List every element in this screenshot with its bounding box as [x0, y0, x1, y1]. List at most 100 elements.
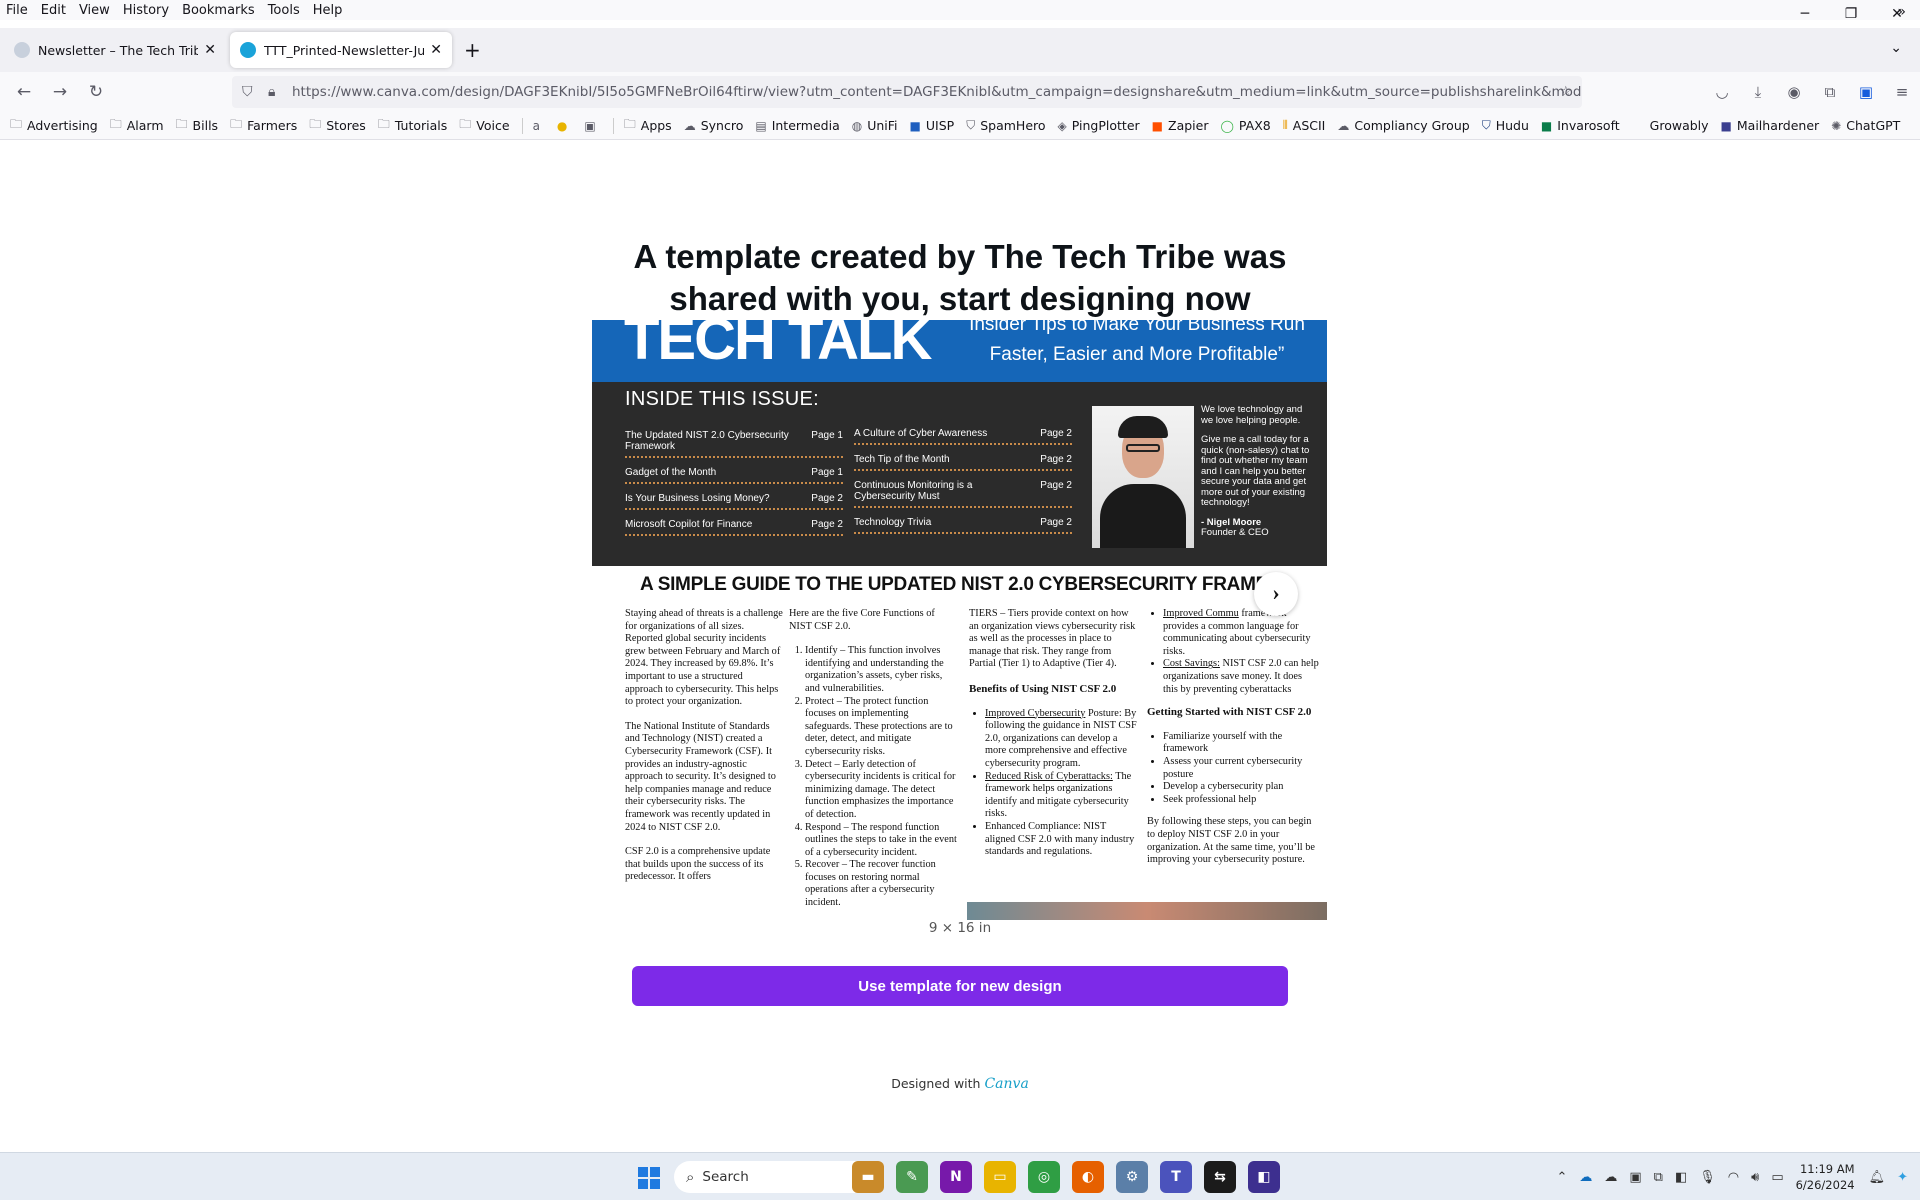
clock[interactable]: 11:19 AM 6/26/2024	[1796, 1161, 1855, 1193]
tray-app-icon[interactable]: ⧉	[1654, 1170, 1663, 1185]
bookmark-folder[interactable]: 🗀 Voice	[459, 115, 509, 136]
bookmark-link[interactable]: ▤ Intermedia	[755, 118, 839, 133]
bookmark-link[interactable]: ■ Mailhardener	[1721, 118, 1820, 133]
toolbar-icons: ◡ ⤓ ◉ ⧉ ▣ ≡	[1704, 72, 1920, 112]
bookmark-link[interactable]: ⫴ ASCII	[1283, 118, 1326, 133]
bookmark-folder[interactable]: 🗀 Alarm	[110, 115, 164, 136]
minimize-icon[interactable]: ─	[1782, 0, 1828, 28]
teams-icon[interactable]: T	[1160, 1161, 1192, 1193]
taskbar-search[interactable]: ⌕ Search	[674, 1161, 874, 1193]
founder-photo	[1092, 406, 1194, 548]
bookmark-link[interactable]: ◍ UniFi	[852, 118, 898, 133]
article-column-3: TIERS – Tiers provide context on how an …	[969, 608, 1137, 869]
bookmark-folder[interactable]: 🗀 Bills	[176, 115, 219, 136]
page-heading: A template created by The Tech Tribe was…	[633, 238, 1287, 317]
more-bookmarks-icon[interactable]: »	[1897, 4, 1906, 20]
bookmark-link[interactable]: ■ UISP	[910, 118, 955, 133]
microphone-icon[interactable]: 🎙︎	[1699, 1170, 1716, 1185]
copilot-icon[interactable]: ✦	[1897, 1170, 1908, 1185]
bookmark-link[interactable]: ◈ PingPlotter	[1058, 118, 1140, 133]
url-bar[interactable]: ⛉ 🔒︎ https://www.canva.com/design/DAGF3E…	[232, 76, 1582, 108]
use-template-button[interactable]: Use template for new design	[632, 966, 1288, 1006]
windows-start-icon[interactable]	[638, 1167, 660, 1189]
designed-with-canva[interactable]: Designed with Canva	[860, 1076, 1060, 1092]
bookmark-link[interactable]: ■ Zapier	[1152, 118, 1209, 133]
bookmark-star-icon[interactable]: ☆	[1559, 84, 1572, 100]
cloud-icon[interactable]: ☁	[1604, 1170, 1617, 1185]
bookmark-folder[interactable]: 🗀 Farmers	[230, 115, 297, 136]
forward-icon[interactable]: →	[42, 82, 78, 102]
bitwarden-icon[interactable]: ▣	[1848, 83, 1884, 101]
onenote-icon[interactable]: N	[940, 1161, 972, 1193]
nav-bar: ← → ↻ ⛉ 🔒︎ https://www.canva.com/design/…	[0, 72, 1920, 112]
show-hidden-icons-icon[interactable]: ⌃	[1556, 1170, 1567, 1185]
amazon-icon: a	[532, 118, 540, 133]
close-tab-icon[interactable]: ✕	[204, 42, 216, 58]
chrome-icon[interactable]: ◎	[1028, 1161, 1060, 1193]
tab-canva-design[interactable]: TTT_Printed-Newsletter-July-2024 ✕	[230, 32, 452, 68]
bookmark-link[interactable]: ☁ Syncro	[684, 118, 744, 133]
network-tool-icon[interactable]: ⚙	[1116, 1161, 1148, 1193]
bookmark-folder[interactable]: 🗀 Tutorials	[378, 115, 447, 136]
app-icon[interactable]: ◧	[1248, 1161, 1280, 1193]
tray-app-icon[interactable]: ▣	[1629, 1170, 1641, 1185]
bookmark-site[interactable]: ▣	[584, 119, 600, 133]
menu-file[interactable]: File	[6, 3, 28, 18]
file-explorer-icon[interactable]: ▭	[984, 1161, 1016, 1193]
tray-app-icon[interactable]: ◧	[1675, 1170, 1687, 1185]
menu-bookmarks[interactable]: Bookmarks	[182, 3, 255, 18]
menu-view[interactable]: View	[79, 3, 110, 18]
app-menu-icon[interactable]: ≡	[1884, 83, 1920, 101]
menu-edit[interactable]: Edit	[41, 3, 66, 18]
back-icon[interactable]: ←	[6, 82, 42, 102]
volume-icon[interactable]: 🔊︎	[1751, 1170, 1759, 1185]
bookmark-folder[interactable]: 🗀 Apps	[624, 115, 672, 136]
restore-icon[interactable]: ❐	[1828, 0, 1874, 28]
lock-icon[interactable]: 🔒︎	[268, 84, 275, 100]
bookmark-link[interactable]: ⛉ Hudu	[1482, 118, 1529, 133]
tech-tribe-favicon-icon	[14, 42, 30, 58]
close-tab-icon[interactable]: ✕	[430, 42, 442, 58]
bookmark-link[interactable]: ◯ PAX8	[1220, 118, 1270, 133]
menu-help[interactable]: Help	[313, 3, 343, 18]
bookmark-link[interactable]: ■ Invarosoft	[1541, 118, 1620, 133]
article-title: A SIMPLE GUIDE TO THE UPDATED NIST 2.0 C…	[640, 574, 1286, 595]
bookmark-folder[interactable]: 🗀 Stores	[309, 115, 366, 136]
onedrive-icon[interactable]: ☁	[1579, 1170, 1592, 1185]
pocket-icon[interactable]: ◡	[1704, 83, 1740, 101]
wifi-icon[interactable]: ◠	[1728, 1170, 1739, 1185]
bookmark-link[interactable]: ✺ ChatGPT	[1831, 118, 1900, 133]
downloads-icon[interactable]: ⤓	[1740, 83, 1776, 101]
bookmark-link[interactable]: ⛉ SpamHero	[966, 118, 1045, 133]
intermedia-icon: ▤	[755, 118, 767, 133]
tracking-shield-icon[interactable]: ⛉	[242, 84, 253, 100]
bookmark-site[interactable]: ●	[557, 119, 572, 133]
list-all-tabs-icon[interactable]: ⌄	[1890, 40, 1902, 56]
next-page-chevron-icon[interactable]: ›	[1254, 572, 1298, 616]
bookmark-folder[interactable]: 🗀 Advertising	[10, 115, 98, 136]
bookmarks-bar: 🗀 Advertising 🗀 Alarm 🗀 Bills 🗀 Farmers 🗀 Sto…	[0, 112, 1920, 140]
hudu-icon: ⛉	[1481, 118, 1491, 132]
bookmark-link[interactable]: Growably	[1650, 118, 1709, 133]
new-tab-icon[interactable]: +	[464, 38, 481, 62]
battery-icon[interactable]: ▭	[1771, 1170, 1783, 1185]
bookmark-amazon[interactable]: a	[533, 119, 545, 133]
site-icon: ●	[556, 118, 568, 133]
firefox-icon[interactable]: ◐	[1072, 1161, 1104, 1193]
toc-item: Continuous Monitoring is a Cybersecurity…	[854, 478, 1072, 508]
account-icon[interactable]: ◉	[1776, 83, 1812, 101]
briefcase-icon[interactable]: ▬	[852, 1161, 884, 1193]
bookmark-link[interactable]: ☁ Compliancy Group	[1337, 118, 1469, 133]
notepad-icon[interactable]: ✎	[896, 1161, 928, 1193]
remote-desktop-icon[interactable]: ⇆	[1204, 1161, 1236, 1193]
folder-icon: 🗀	[377, 117, 390, 131]
reload-icon[interactable]: ↻	[78, 82, 114, 102]
menu-history[interactable]: History	[123, 3, 169, 18]
extensions-icon[interactable]: ⧉	[1812, 83, 1848, 101]
syncro-icon: ☁	[683, 118, 696, 133]
menu-tools[interactable]: Tools	[268, 3, 300, 18]
notifications-icon[interactable]: 🔔︎	[1869, 1170, 1886, 1185]
toc-left: The Updated NIST 2.0 Cybersecurity Frame…	[625, 428, 843, 543]
tab-newsletter[interactable]: Newsletter – The Tech Tribe ✕	[4, 32, 226, 68]
bookmark-separator	[612, 117, 614, 134]
